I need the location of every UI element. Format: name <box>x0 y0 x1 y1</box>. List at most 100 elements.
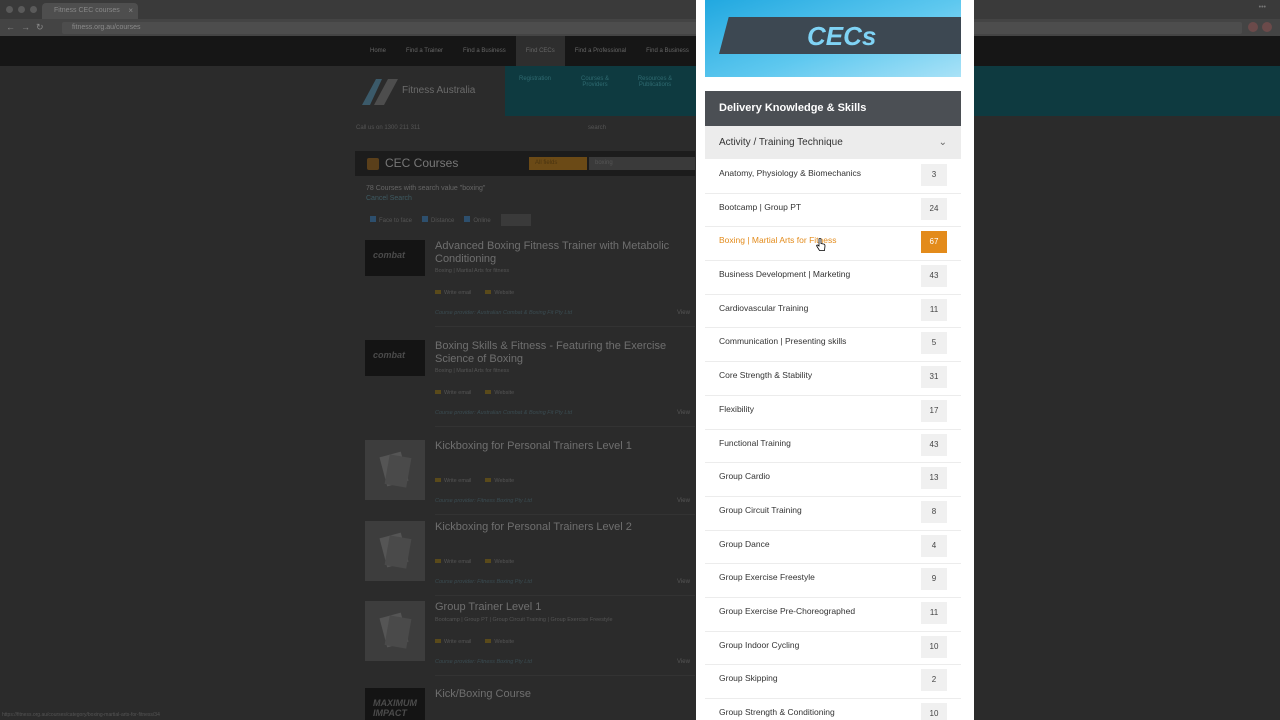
category-item[interactable]: Group Skipping 2 <box>705 665 961 699</box>
category-item[interactable]: Bootcamp | Group PT 24 <box>705 194 961 228</box>
cancel-search-link[interactable]: Cancel Search <box>366 195 412 202</box>
course-contact-link[interactable]: Website <box>485 290 514 296</box>
extension-icons[interactable] <box>1248 22 1272 32</box>
results-count-text: 78 Courses with search value "boxing" <box>366 185 486 192</box>
course-category: Bootcamp | Group PT | Group Circuit Trai… <box>435 617 613 623</box>
filter-face-to-face[interactable]: Face to face <box>370 216 412 224</box>
course-contact-link[interactable]: Write email <box>435 639 471 645</box>
course-thumbnail[interactable]: MAXIMUM IMPACT <box>365 688 425 720</box>
course-contact-link[interactable]: Write email <box>435 290 471 296</box>
course-contact-link[interactable]: Write email <box>435 390 471 396</box>
category-item[interactable]: Group Dance 4 <box>705 531 961 565</box>
course-contact-link[interactable]: Write email <box>435 478 471 484</box>
course-divider <box>435 595 695 596</box>
course-contact-link[interactable]: Website <box>485 478 514 484</box>
site-nav-item[interactable]: Find CECs <box>515 36 565 66</box>
category-item[interactable]: Cardiovascular Training 11 <box>705 295 961 329</box>
category-item[interactable]: Flexibility 17 <box>705 396 961 430</box>
course-title[interactable]: Boxing Skills & Fitness - Featuring the … <box>435 340 685 366</box>
course-thumbnail[interactable]: combat <box>365 240 425 276</box>
logo-text[interactable]: Fitness Australia <box>402 85 475 96</box>
category-label: Group Skipping <box>719 673 778 684</box>
window-controls[interactable] <box>6 6 37 13</box>
course-contact-link[interactable]: Website <box>485 559 514 565</box>
course-divider <box>435 426 695 427</box>
category-item[interactable]: Group Exercise Freestyle 9 <box>705 564 961 598</box>
registration-link[interactable]: Registration <box>515 76 555 82</box>
category-item[interactable]: Core Strength & Stability 31 <box>705 362 961 396</box>
site-nav-item[interactable]: Find a Business <box>453 36 516 66</box>
category-label: Group Circuit Training <box>719 504 802 515</box>
course-provider[interactable]: Course provider: Fitness Boxing Pty Ltd <box>435 498 532 504</box>
category-count-badge: 17 <box>921 399 947 422</box>
cec-icon <box>367 158 379 170</box>
site-nav-item[interactable]: Find a Business <box>636 36 699 66</box>
course-contact-link[interactable]: Website <box>485 390 514 396</box>
browser-user[interactable]: ••• <box>1259 4 1266 11</box>
course-thumbnail[interactable] <box>365 601 425 661</box>
filter-online[interactable]: Online <box>464 216 491 224</box>
course-provider[interactable]: Course provider: Australian Combat & Box… <box>435 410 572 416</box>
book-icon <box>379 612 412 649</box>
courses-providers-link[interactable]: Courses & Providers <box>575 76 615 88</box>
category-item[interactable]: Group Cardio 13 <box>705 463 961 497</box>
category-item[interactable]: Boxing | Martial Arts for Fitness 67 <box>705 227 961 262</box>
category-item[interactable]: Group Circuit Training 8 <box>705 497 961 531</box>
course-provider[interactable]: Course provider: Fitness Boxing Pty Ltd <box>435 659 532 665</box>
course-thumbnail[interactable] <box>365 521 425 581</box>
resources-link[interactable]: Resources & Publications <box>635 76 675 88</box>
course-title[interactable]: Kickboxing for Personal Trainers Level 1 <box>435 440 685 453</box>
site-search-label[interactable]: search <box>588 125 606 131</box>
category-label: Group Dance <box>719 538 770 549</box>
course-title[interactable]: Kickboxing for Personal Trainers Level 2 <box>435 521 685 534</box>
category-item[interactable]: Anatomy, Physiology & Biomechanics 3 <box>705 160 961 194</box>
course-thumbnail[interactable] <box>365 440 425 500</box>
cec-courses-bar: CEC Courses All fields boxing <box>355 151 695 176</box>
filter-distance[interactable]: Distance <box>422 216 454 224</box>
filter-apply-button[interactable] <box>500 214 531 226</box>
site-nav-item[interactable]: Home <box>360 36 396 66</box>
site-nav-item[interactable]: Find a Professional <box>565 36 636 66</box>
course-view-button[interactable]: View <box>677 498 690 504</box>
site-nav-item[interactable]: Find a Trainer <box>396 36 453 66</box>
close-tab-icon[interactable]: × <box>128 3 133 19</box>
url-field[interactable]: fitness.org.au/courses <box>62 22 1242 34</box>
category-item[interactable]: Business Development | Marketing 43 <box>705 261 961 295</box>
course-search-input[interactable]: boxing <box>589 157 695 170</box>
category-count-badge: 3 <box>921 164 947 186</box>
course-view-button[interactable]: View <box>677 659 690 665</box>
category-count-badge: 4 <box>921 534 947 557</box>
category-item[interactable]: Group Strength & Conditioning 10 <box>705 699 961 720</box>
course-contact-link[interactable]: Write email <box>435 559 471 565</box>
course-view-button[interactable]: View <box>677 579 690 585</box>
course-view-button[interactable]: View <box>677 410 690 416</box>
category-label: Group Indoor Cycling <box>719 639 800 650</box>
site-top-nav: Home Find a Trainer Find a Business Find CE… <box>0 36 1280 66</box>
course-title[interactable]: Kick/Boxing Course <box>435 688 685 701</box>
subsection-toggle[interactable]: Activity / Training Technique ⌄ <box>705 126 961 159</box>
category-item[interactable]: Functional Training 43 <box>705 430 961 464</box>
course-title[interactable]: Advanced Boxing Fitness Trainer with Met… <box>435 240 685 266</box>
course-provider[interactable]: Course provider: Fitness Boxing Pty Ltd <box>435 579 532 585</box>
subsection-label: Activity / Training Technique <box>719 137 843 148</box>
course-brand-logo: combat <box>373 250 406 260</box>
email-icon <box>435 639 441 643</box>
category-label: Group Exercise Pre-Choreographed <box>719 605 856 616</box>
back-forward-reload-icons[interactable]: ←→↻ <box>6 22 50 33</box>
category-item[interactable]: Group Indoor Cycling 10 <box>705 632 961 666</box>
search-field-select[interactable]: All fields <box>529 157 587 170</box>
category-item[interactable]: Group Exercise Pre-Choreographed 11 <box>705 598 961 632</box>
course-contact-link[interactable]: Website <box>485 639 514 645</box>
chevron-down-icon: ⌄ <box>938 137 947 148</box>
course-title[interactable]: Group Trainer Level 1 <box>435 601 685 614</box>
browser-tab[interactable]: Fitness CEC courses × <box>42 3 138 19</box>
category-count-badge: 5 <box>921 332 947 355</box>
category-item[interactable]: Communication | Presenting skills 5 <box>705 328 961 363</box>
category-label: Group Strength & Conditioning <box>719 707 835 717</box>
course-thumbnail[interactable]: combat <box>365 340 425 376</box>
course-view-button[interactable]: View <box>677 310 690 316</box>
fitness-australia-logo-icon[interactable] <box>362 79 398 105</box>
dimmed-page-backdrop[interactable] <box>0 36 1280 720</box>
course-provider[interactable]: Course provider: Australian Combat & Box… <box>435 310 572 316</box>
category-count-badge: 11 <box>921 298 947 321</box>
